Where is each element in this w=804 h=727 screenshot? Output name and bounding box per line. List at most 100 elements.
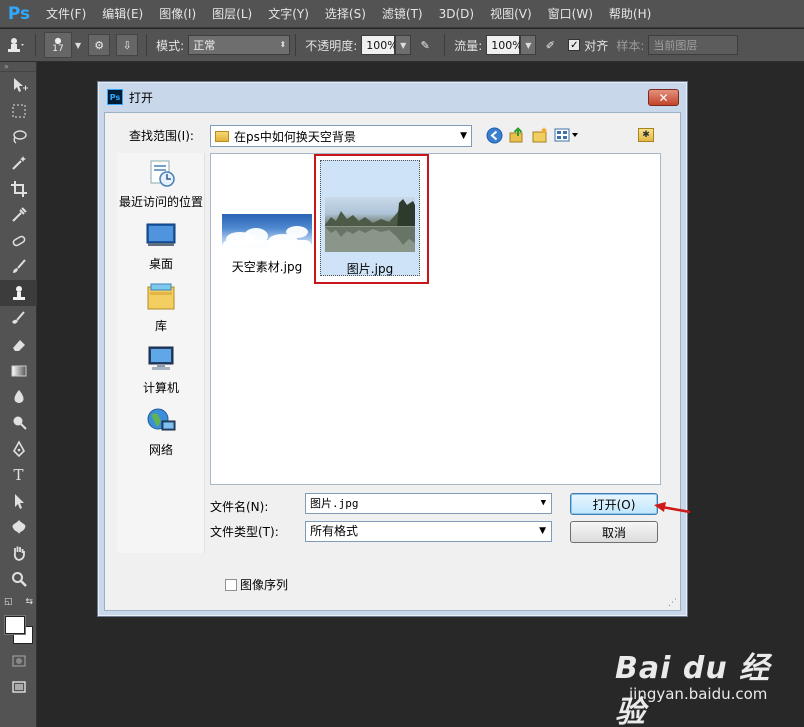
menu-layer[interactable]: 图层(L) [204,0,260,28]
favorites-folder-icon[interactable]: ✱ [638,128,654,142]
foreground-color-swatch[interactable] [5,616,25,634]
tools-panel: » T ◱ ⇆ [0,62,37,727]
dodge-tool-icon[interactable] [0,410,37,436]
default-colors-swap-icon[interactable]: ◱ ⇆ [0,592,37,612]
annotation-arrow-icon [654,502,691,514]
eraser-tool-icon[interactable] [0,332,37,358]
marquee-tool-icon[interactable] [0,98,37,124]
image-sequence-checkbox[interactable]: 图像序列 [225,576,288,593]
navigation-toolbar [485,126,585,144]
opacity-dropdown-icon[interactable]: ▼ [395,35,412,55]
screen-mode-icon[interactable] [0,674,37,700]
sample-select[interactable]: 当前图层 [648,35,739,55]
file-item-sky[interactable]: 天空素材.jpg [219,214,315,275]
chevron-down-icon[interactable]: ▼ [75,41,81,50]
look-in-label: 查找范围(I): [129,129,194,143]
clone-stamp-tool-preset-icon[interactable] [0,32,30,58]
file-list[interactable]: 天空素材.jpg 图片.jpg [210,153,661,485]
airbrush-icon[interactable]: ✐ [539,34,561,56]
resize-grip-icon[interactable]: ⋰ [668,598,678,608]
folder-icon [215,130,229,142]
align-checkbox[interactable]: ✓ 对齐 [568,37,608,54]
menu-type[interactable]: 文字(Y) [260,0,317,28]
place-recent-locations[interactable]: 最近访问的位置 [117,157,205,210]
options-bar: ● 17 ▼ ⚙ ⇩ 模式: 正常 ⬍ 不透明度: 100% ▼ ✎ 流量: 1… [0,29,804,62]
file-type-select[interactable]: 所有格式 ▼ [305,521,552,542]
menu-edit[interactable]: 编辑(E) [94,0,151,28]
divider [444,34,446,56]
type-tool-icon[interactable]: T [0,462,37,488]
look-in-value: 在ps中如何换天空背景 [234,129,356,144]
file-name-combobox[interactable]: 图片.jpg ▼ [305,493,552,514]
file-type-value: 所有格式 [310,524,359,538]
divider [146,34,148,56]
crop-tool-icon[interactable] [0,176,37,202]
open-button[interactable]: 打开(O) [570,493,658,515]
flow-input[interactable]: 100% [486,35,523,55]
back-icon[interactable] [485,126,503,144]
blur-tool-icon[interactable] [0,384,37,410]
history-brush-tool-icon[interactable] [0,306,37,332]
healing-brush-tool-icon[interactable] [0,228,37,254]
magic-wand-tool-icon[interactable] [0,150,37,176]
opacity-label: 不透明度: [305,38,358,53]
quick-mask-icon[interactable] [0,648,37,674]
dialog-title-bar[interactable]: Ps 打开 ✕ [98,82,687,112]
places-bar: 最近访问的位置 桌面 库 计算机 网络 [117,153,205,553]
custom-shape-tool-icon[interactable] [0,514,37,540]
brush-preset-picker[interactable]: ● 17 [44,32,72,58]
place-computer[interactable]: 计算机 [117,343,205,396]
hand-tool-icon[interactable] [0,540,37,566]
chevron-down-icon[interactable]: ▼ [541,494,546,513]
libraries-icon [145,281,177,313]
menu-help[interactable]: 帮助(H) [601,0,659,28]
gradient-tool-icon[interactable] [0,358,37,384]
eyedropper-tool-icon[interactable] [0,202,37,228]
pen-tool-icon[interactable] [0,436,37,462]
cancel-button[interactable]: 取消 [570,521,658,543]
menu-select[interactable]: 选择(S) [317,0,374,28]
mode-label: 模式: [156,38,185,53]
mode-select[interactable]: 正常 ⬍ [188,35,291,55]
toggle-brush-panel-icon[interactable]: ⚙ [88,34,111,56]
opacity-input[interactable]: 100% [361,35,398,55]
lasso-tool-icon[interactable] [0,124,37,150]
view-menu-icon[interactable] [554,126,580,144]
clone-stamp-tool-icon[interactable] [0,280,37,306]
up-one-level-icon[interactable] [508,126,526,144]
open-file-dialog: Ps 打开 ✕ 查找范围(I): 在ps中如何换天空背景 ▼ ✱ 最近访问的位置… [97,81,688,617]
desktop-icon [145,219,177,251]
toggle-clone-source-panel-icon[interactable]: ⇩ [116,34,139,56]
place-libraries[interactable]: 库 [117,281,205,334]
path-selection-tool-icon[interactable] [0,488,37,514]
menu-3d[interactable]: 3D(D) [431,0,482,28]
menu-file[interactable]: 文件(F) [38,0,94,28]
flow-label: 流量: [454,38,483,53]
updown-icon: ⬍ [279,40,287,49]
menu-filter[interactable]: 滤镜(T) [374,0,431,28]
pressure-opacity-icon[interactable]: ✎ [414,34,436,56]
flow-dropdown-icon[interactable]: ▼ [520,35,537,55]
place-desktop[interactable]: 桌面 [117,219,205,272]
checkbox-box[interactable] [225,578,237,591]
close-icon[interactable]: ✕ [648,89,679,106]
color-swatches[interactable] [0,612,37,648]
look-in-combobox[interactable]: 在ps中如何换天空背景 ▼ [210,125,472,147]
new-folder-icon[interactable] [531,126,549,144]
dialog-title: 打开 [129,90,154,105]
collapse-toolbar-icon[interactable]: » [0,62,36,72]
menu-view[interactable]: 视图(V) [482,0,540,28]
place-label: 网络 [148,443,173,457]
zoom-tool-icon[interactable] [0,566,37,592]
place-network[interactable]: 网络 [117,405,205,458]
file-type-label: 文件类型(T): [210,525,279,539]
place-label: 最近访问的位置 [118,195,203,209]
file-thumbnail [222,214,312,250]
chevron-down-icon[interactable]: ▼ [460,131,467,141]
menu-window[interactable]: 窗口(W) [540,0,601,28]
menu-image[interactable]: 图像(I) [151,0,204,28]
baidu-jingyan-watermark: Bai du 经验 jingyan.baidu.com [615,635,795,727]
chevron-down-icon[interactable]: ▼ [539,522,546,541]
move-tool-icon[interactable] [0,72,37,98]
brush-tool-icon[interactable] [0,254,37,280]
